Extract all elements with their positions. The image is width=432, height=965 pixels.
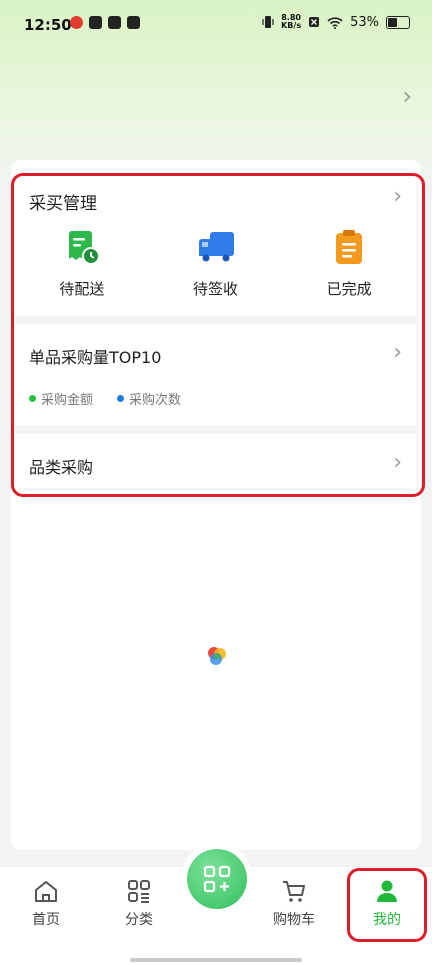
purchase-management-title: 采买管理	[29, 194, 97, 214]
home-indicator[interactable]	[130, 958, 302, 962]
status-pending-delivery[interactable]: 待配送	[15, 228, 149, 299]
top10-title: 单品采购量TOP10	[29, 348, 162, 367]
home-icon	[35, 881, 57, 902]
clipboard-icon	[336, 230, 363, 264]
pinwheel-notification-icon	[108, 16, 121, 29]
battery-icon	[386, 15, 410, 29]
top10-card[interactable]: 单品采购量TOP10 › 采购金额 采购次数	[15, 326, 416, 426]
loading-spinner-icon	[208, 647, 226, 665]
delivery-receipt-icon	[68, 231, 100, 265]
bag-notification-icon	[127, 16, 140, 29]
truck-icon	[198, 232, 234, 262]
status-bar: 12:50 8.80 KB/s 53%	[0, 0, 432, 52]
legend-dot	[29, 395, 36, 402]
net-speed: 8.80 KB/s	[281, 14, 301, 30]
category-grid-icon	[128, 880, 150, 903]
tab-mine[interactable]: 我的	[347, 879, 427, 929]
legend-item-amount: 采购金额	[29, 389, 93, 408]
status-time: 12:50	[24, 16, 72, 34]
status-pending-receipt[interactable]: 待签收	[149, 228, 283, 299]
scan-icon	[203, 865, 231, 893]
tab-category[interactable]: 分类	[99, 879, 179, 929]
header-chevron-icon[interactable]: ›	[402, 82, 412, 110]
chart-legend: 采购金额 采购次数	[29, 389, 181, 408]
status-label: 待签收	[193, 280, 239, 298]
chevron-right-icon[interactable]: ›	[393, 450, 402, 475]
category-purchase-title: 品类采购	[29, 458, 94, 477]
legend-dot	[117, 395, 125, 402]
legend-item-count: 采购次数	[117, 389, 181, 408]
user-icon	[377, 880, 397, 902]
chevron-right-icon[interactable]: ›	[393, 340, 402, 365]
category-purchase-card[interactable]: 品类采购 ›	[15, 436, 416, 492]
status-completed[interactable]: 已完成	[282, 228, 416, 299]
tab-label: 首页	[32, 912, 60, 928]
net-speed-unit: KB/s	[281, 21, 302, 30]
legend-label: 采购金额	[41, 393, 94, 408]
status-right: 8.80 KB/s 53%	[262, 14, 410, 30]
tab-label: 我的	[373, 912, 401, 928]
wifi-icon	[327, 16, 343, 29]
chevron-right-icon[interactable]: ›	[393, 184, 402, 209]
bottom-tab-bar: 首页 分类 购物车 我的	[0, 849, 432, 965]
no-sim-icon	[309, 17, 320, 27]
legend-label: 采购次数	[129, 393, 182, 408]
purchase-management-card[interactable]: 采买管理 › 待配送 待签收 已完成	[15, 176, 416, 314]
order-status-row: 待配送 待签收 已完成	[15, 228, 416, 299]
status-label: 待配送	[59, 280, 105, 298]
tab-label: 分类	[125, 912, 153, 928]
vibrate-icon	[262, 16, 274, 28]
tab-home[interactable]: 首页	[6, 879, 86, 929]
cart-icon	[283, 881, 305, 902]
tab-cart[interactable]: 购物车	[254, 879, 334, 929]
status-label: 已完成	[326, 280, 372, 298]
weibo-notification-icon	[70, 16, 83, 29]
battery-percent: 53%	[350, 14, 379, 30]
tab-label: 购物车	[273, 912, 315, 928]
divider	[15, 316, 416, 324]
scan-button[interactable]	[187, 849, 247, 909]
app-notification-icon	[89, 16, 102, 29]
divider	[15, 426, 416, 434]
notification-icons	[70, 16, 140, 29]
